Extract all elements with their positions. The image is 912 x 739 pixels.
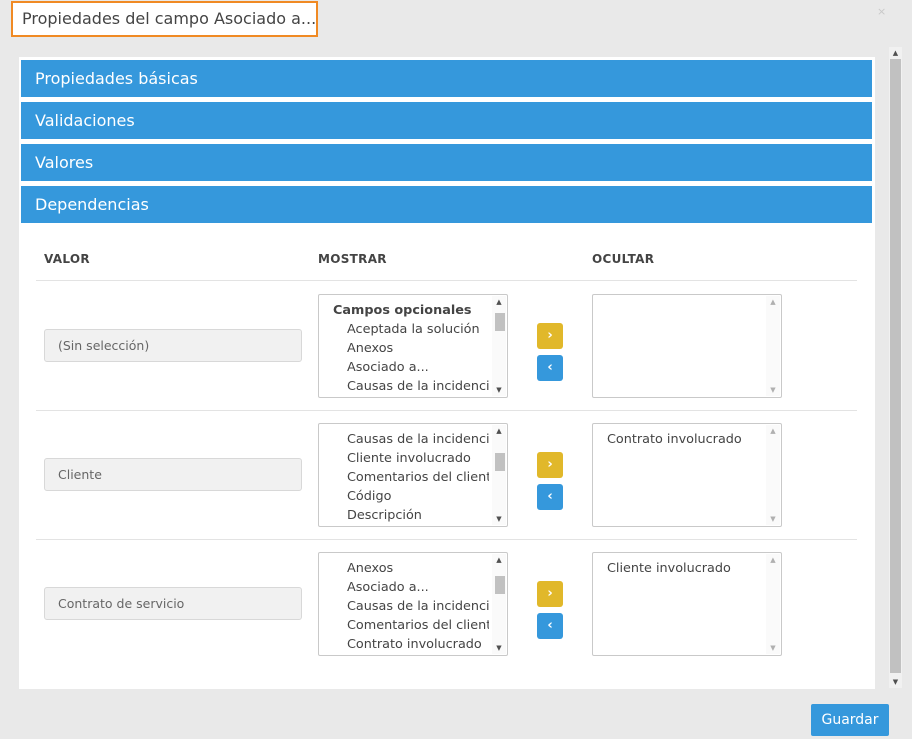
dialog-scrollbar[interactable]: ▲ ▼ xyxy=(889,47,902,688)
list-option[interactable]: Contrato involucrado xyxy=(333,635,489,654)
move-left-button[interactable]: ‹ xyxy=(537,484,563,510)
scroll-up-arrow-icon[interactable]: ▲ xyxy=(766,554,780,566)
scroll-thumb[interactable] xyxy=(495,313,505,331)
scroll-up-arrow-icon[interactable]: ▲ xyxy=(492,296,506,308)
listbox-scrollbar[interactable]: ▲ ▼ xyxy=(492,425,506,525)
scroll-down-arrow-icon[interactable]: ▼ xyxy=(492,642,506,654)
scroll-down-arrow-icon[interactable]: ▼ xyxy=(766,384,780,396)
move-left-button[interactable]: ‹ xyxy=(537,355,563,381)
accordion-valores[interactable]: Valores xyxy=(21,144,872,181)
move-right-button[interactable]: › xyxy=(537,452,563,478)
list-option[interactable]: Descripción xyxy=(333,506,489,525)
accordion-propiedades-basicas[interactable]: Propiedades básicas xyxy=(21,60,872,97)
listbox-scrollbar[interactable]: ▲ ▼ xyxy=(766,425,780,525)
valor-field: (Sin selección) xyxy=(44,329,302,362)
list-option[interactable]: Cliente involucrado xyxy=(333,449,489,468)
save-button[interactable]: Guardar xyxy=(811,704,889,736)
scroll-thumb[interactable] xyxy=(495,453,505,471)
scroll-down-arrow-icon[interactable]: ▼ xyxy=(889,676,902,688)
mostrar-listbox[interactable]: Anexos Asociado a... Causas de la incide… xyxy=(318,552,508,656)
list-option[interactable]: Anexos xyxy=(333,339,489,358)
listbox-scrollbar[interactable]: ▲ ▼ xyxy=(766,554,780,654)
scroll-up-arrow-icon[interactable]: ▲ xyxy=(766,425,780,437)
scroll-thumb[interactable] xyxy=(495,576,505,594)
row-divider xyxy=(36,410,857,411)
list-option[interactable]: Cliente involucrado xyxy=(607,559,763,578)
scroll-down-arrow-icon[interactable]: ▼ xyxy=(766,513,780,525)
valor-field: Cliente xyxy=(44,458,302,491)
scroll-down-arrow-icon[interactable]: ▼ xyxy=(766,642,780,654)
listbox-scrollbar[interactable]: ▲ ▼ xyxy=(492,554,506,654)
move-right-button[interactable]: › xyxy=(537,581,563,607)
list-option[interactable]: Causas de la incidencia xyxy=(333,430,489,449)
list-option[interactable]: Anexos xyxy=(333,559,489,578)
list-option[interactable]: Causas de la incidencia xyxy=(333,597,489,616)
accordion-validaciones[interactable]: Validaciones xyxy=(21,102,872,139)
scroll-down-arrow-icon[interactable]: ▼ xyxy=(492,513,506,525)
ocultar-listbox[interactable]: Contrato involucrado ▲ ▼ xyxy=(592,423,782,527)
close-icon[interactable]: × xyxy=(877,6,886,17)
ocultar-listbox[interactable]: ▲ ▼ xyxy=(592,294,782,398)
listbox-scrollbar[interactable]: ▲ ▼ xyxy=(492,296,506,396)
list-option[interactable]: Causas de la incidencia xyxy=(333,377,489,396)
list-option[interactable]: Asociado a... xyxy=(333,578,489,597)
column-header-valor: VALOR xyxy=(44,252,90,266)
dialog-body: Propiedades básicas Validaciones Valores… xyxy=(19,57,875,689)
ocultar-listbox[interactable]: Cliente involucrado ▲ ▼ xyxy=(592,552,782,656)
list-option[interactable]: Comentarios del cliente xyxy=(333,616,489,635)
accordion-dependencias[interactable]: Dependencias xyxy=(21,186,872,223)
dialog-title: Propiedades del campo Asociado a... xyxy=(11,1,318,37)
move-right-button[interactable]: › xyxy=(537,323,563,349)
list-option[interactable]: Contrato involucrado xyxy=(607,430,763,449)
list-option[interactable]: Comentarios del cliente xyxy=(333,468,489,487)
column-header-mostrar: MOSTRAR xyxy=(318,252,387,266)
scroll-down-arrow-icon[interactable]: ▼ xyxy=(492,384,506,396)
scroll-up-arrow-icon[interactable]: ▲ xyxy=(766,296,780,308)
valor-field: Contrato de servicio xyxy=(44,587,302,620)
header-divider xyxy=(36,280,857,281)
scroll-up-arrow-icon[interactable]: ▲ xyxy=(492,425,506,437)
move-left-button[interactable]: ‹ xyxy=(537,613,563,639)
list-option[interactable]: Aceptada la solución xyxy=(333,320,489,339)
mostrar-listbox[interactable]: Campos opcionales Aceptada la solución A… xyxy=(318,294,508,398)
list-option[interactable]: Código xyxy=(333,487,489,506)
mostrar-listbox[interactable]: Causas de la incidencia Cliente involucr… xyxy=(318,423,508,527)
scroll-thumb[interactable] xyxy=(890,59,901,673)
scroll-up-arrow-icon[interactable]: ▲ xyxy=(492,554,506,566)
scroll-up-arrow-icon[interactable]: ▲ xyxy=(889,47,902,59)
list-option[interactable]: Asociado a... xyxy=(333,358,489,377)
row-divider xyxy=(36,539,857,540)
listbox-scrollbar[interactable]: ▲ ▼ xyxy=(766,296,780,396)
list-group-label: Campos opcionales xyxy=(333,303,472,318)
column-header-ocultar: OCULTAR xyxy=(592,252,655,266)
